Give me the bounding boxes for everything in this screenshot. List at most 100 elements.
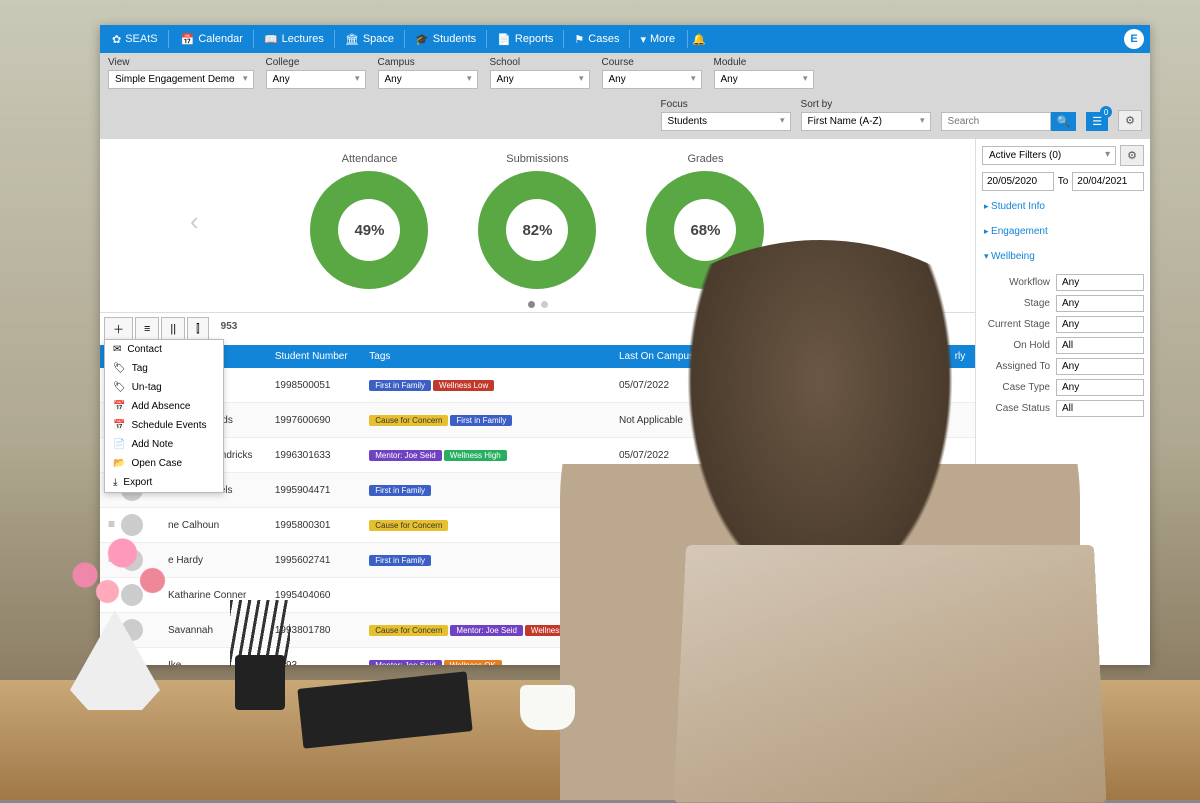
menu-add-absence[interactable]: 📅Add Absence <box>105 397 223 416</box>
field-select[interactable]: Any <box>1056 316 1144 333</box>
tag[interactable]: First in Family <box>369 380 431 391</box>
tag[interactable]: Wellness OK <box>444 660 502 666</box>
nav-calendar[interactable]: 📅Calendar <box>173 29 251 50</box>
search-button[interactable]: 🔍 <box>1051 112 1077 131</box>
table-row[interactable]: ≡ne Calhoun1995800301Cause for Concern05… <box>100 508 975 543</box>
table-row[interactable]: ≡Katharine Conner1995404060Not Applicabl… <box>100 578 975 613</box>
nav-lectures[interactable]: 📖Lectures <box>256 29 332 50</box>
row-menu-icon[interactable]: ≡ <box>108 517 121 531</box>
cell-last: 05/07/2022 <box>611 368 708 403</box>
clear-icon[interactable]: × <box>229 73 234 83</box>
section-student-info[interactable]: Student Info <box>982 197 1144 216</box>
menu-icon: 📄 <box>113 439 125 450</box>
col-header[interactable]: Last On Campus <box>611 345 708 368</box>
dot[interactable] <box>541 301 548 308</box>
chart-view-button[interactable]: ⫿ <box>187 317 209 341</box>
school-select[interactable]: Any <box>490 70 590 89</box>
menu-export[interactable]: ⤓Export <box>105 473 223 492</box>
user-avatar[interactable]: E <box>1124 29 1144 49</box>
cell-last: Not Applicable <box>611 578 708 613</box>
prev-chart-button[interactable]: ‹ <box>182 206 207 237</box>
menu-contact[interactable]: ✉Contact <box>105 340 223 359</box>
course-select[interactable]: Any <box>602 70 702 89</box>
chart-attendance: Attendance49% <box>310 153 428 289</box>
date-from-input[interactable] <box>982 172 1054 191</box>
nav-cases[interactable]: ⚑Cases <box>566 29 627 50</box>
table-row[interactable]: ≡Clifton Daniels1995904471First in Famil… <box>100 473 975 508</box>
list-view-button[interactable]: ≡ <box>135 317 159 341</box>
tag[interactable]: Mentor: Joe Seid <box>369 450 441 461</box>
table-row[interactable]: ≡e Hardy1995602741First in Family05/07/2… <box>100 543 975 578</box>
table-row[interactable]: ≡Amanda Hendricks1996301633Mentor: Joe S… <box>100 438 975 473</box>
tag[interactable]: Wellness High <box>444 450 507 461</box>
col-header[interactable]: rly <box>947 345 975 368</box>
nav-more[interactable]: ▾More <box>632 29 683 50</box>
menu-add-note[interactable]: 📄Add Note <box>105 435 223 454</box>
menu-tag[interactable]: 🏷Tag <box>105 359 223 378</box>
view-select[interactable]: Simple Engagement Demo× <box>108 70 254 89</box>
tag[interactable]: Wellness Low <box>525 625 586 636</box>
col-header[interactable]: Student Number <box>267 345 361 368</box>
college-select[interactable]: Any <box>266 70 366 89</box>
sidebar-settings-button[interactable]: ⚙ <box>1120 145 1144 166</box>
tag[interactable]: First in Family <box>450 415 512 426</box>
col-header[interactable]: Grades <box>895 345 947 368</box>
menu-open-case[interactable]: 📂Open Case <box>105 454 223 473</box>
chart-title: Attendance <box>342 153 398 165</box>
wellbeing-stage: StageAny <box>982 293 1144 314</box>
campus-select[interactable]: Any <box>378 70 478 89</box>
brand-logo[interactable]: ✿ SEAtS <box>106 33 164 46</box>
nav-students[interactable]: 🎓Students <box>407 29 484 50</box>
tag[interactable]: Wellness Low <box>433 380 494 391</box>
add-button[interactable]: ＋ <box>104 317 133 341</box>
search-input[interactable] <box>941 112 1051 131</box>
dot[interactable] <box>528 301 535 308</box>
table-row[interactable]: ≡Ike1993Mentor: Joe SeidWellness OK05/07… <box>100 648 975 666</box>
field-select[interactable]: Any <box>1056 274 1144 291</box>
field-select[interactable]: Any <box>1056 379 1144 396</box>
table-row[interactable]: ≡Savannah1993801780Cause for ConcernMent… <box>100 613 975 648</box>
tag[interactable]: Cause for Concern <box>369 625 448 636</box>
focus-select[interactable]: Students <box>661 112 791 131</box>
table-row[interactable]: ≡Valentin Fields1997600690Cause for Conc… <box>100 403 975 438</box>
field-select[interactable]: Any <box>1056 358 1144 375</box>
sortby-select[interactable]: First Name (A-Z) <box>801 112 931 131</box>
section-engagement[interactable]: Engagement <box>982 222 1144 241</box>
col-header[interactable]: Attendance (%) <box>708 345 798 368</box>
tag[interactable]: First in Family <box>369 485 431 496</box>
date-to-input[interactable] <box>1072 172 1144 191</box>
divider <box>687 30 688 48</box>
row-menu-icon[interactable]: ≡ <box>108 552 121 566</box>
field-select[interactable]: All <box>1056 400 1144 417</box>
menu-un-tag[interactable]: 🏷Un-tag <box>105 378 223 397</box>
tag[interactable]: First in Family <box>369 555 431 566</box>
cell-number: 1995602741 <box>267 543 361 578</box>
menu-schedule-events[interactable]: 📅Schedule Events <box>105 416 223 435</box>
notifications-button[interactable]: 🔔 <box>692 33 706 46</box>
nav-space[interactable]: 🏛Space <box>337 29 402 50</box>
module-select[interactable]: Any <box>714 70 814 89</box>
cell-attendance: 0% <box>708 578 798 613</box>
gear-icon: ⚙ <box>1125 115 1135 127</box>
row-menu-icon[interactable]: ≡ <box>108 657 121 665</box>
col-header[interactable]: Submissions (%) <box>798 345 895 368</box>
tag[interactable]: Cause for Concern <box>369 520 448 531</box>
tag[interactable]: Mentor: Joe Seid <box>450 625 522 636</box>
column-view-button[interactable]: || <box>161 317 185 341</box>
settings-button[interactable]: ⚙ <box>1118 110 1142 131</box>
tag[interactable]: Mentor: Joe Seid <box>369 660 441 666</box>
row-menu-icon[interactable]: ≡ <box>108 622 121 636</box>
col-header[interactable]: Tags <box>361 345 611 368</box>
table-row[interactable]: ≡Rita Morales1998500051First in FamilyWe… <box>100 368 975 403</box>
row-menu-icon[interactable]: ≡ <box>108 587 121 601</box>
field-select[interactable]: Any <box>1056 295 1144 312</box>
cell-grades <box>895 578 947 613</box>
cell-last: 01/07/2022 <box>611 473 708 508</box>
app-window: ✿ SEAtS 📅Calendar📖Lectures🏛Space🎓Student… <box>100 25 1150 665</box>
field-select[interactable]: All <box>1056 337 1144 354</box>
filter-button[interactable]: ☰ <box>1086 112 1108 131</box>
nav-reports[interactable]: 📄Reports <box>489 29 561 50</box>
tag[interactable]: Cause for Concern <box>369 415 448 426</box>
active-filters-select[interactable]: Active Filters (0) <box>982 146 1116 165</box>
section-wellbeing[interactable]: Wellbeing <box>982 247 1144 266</box>
